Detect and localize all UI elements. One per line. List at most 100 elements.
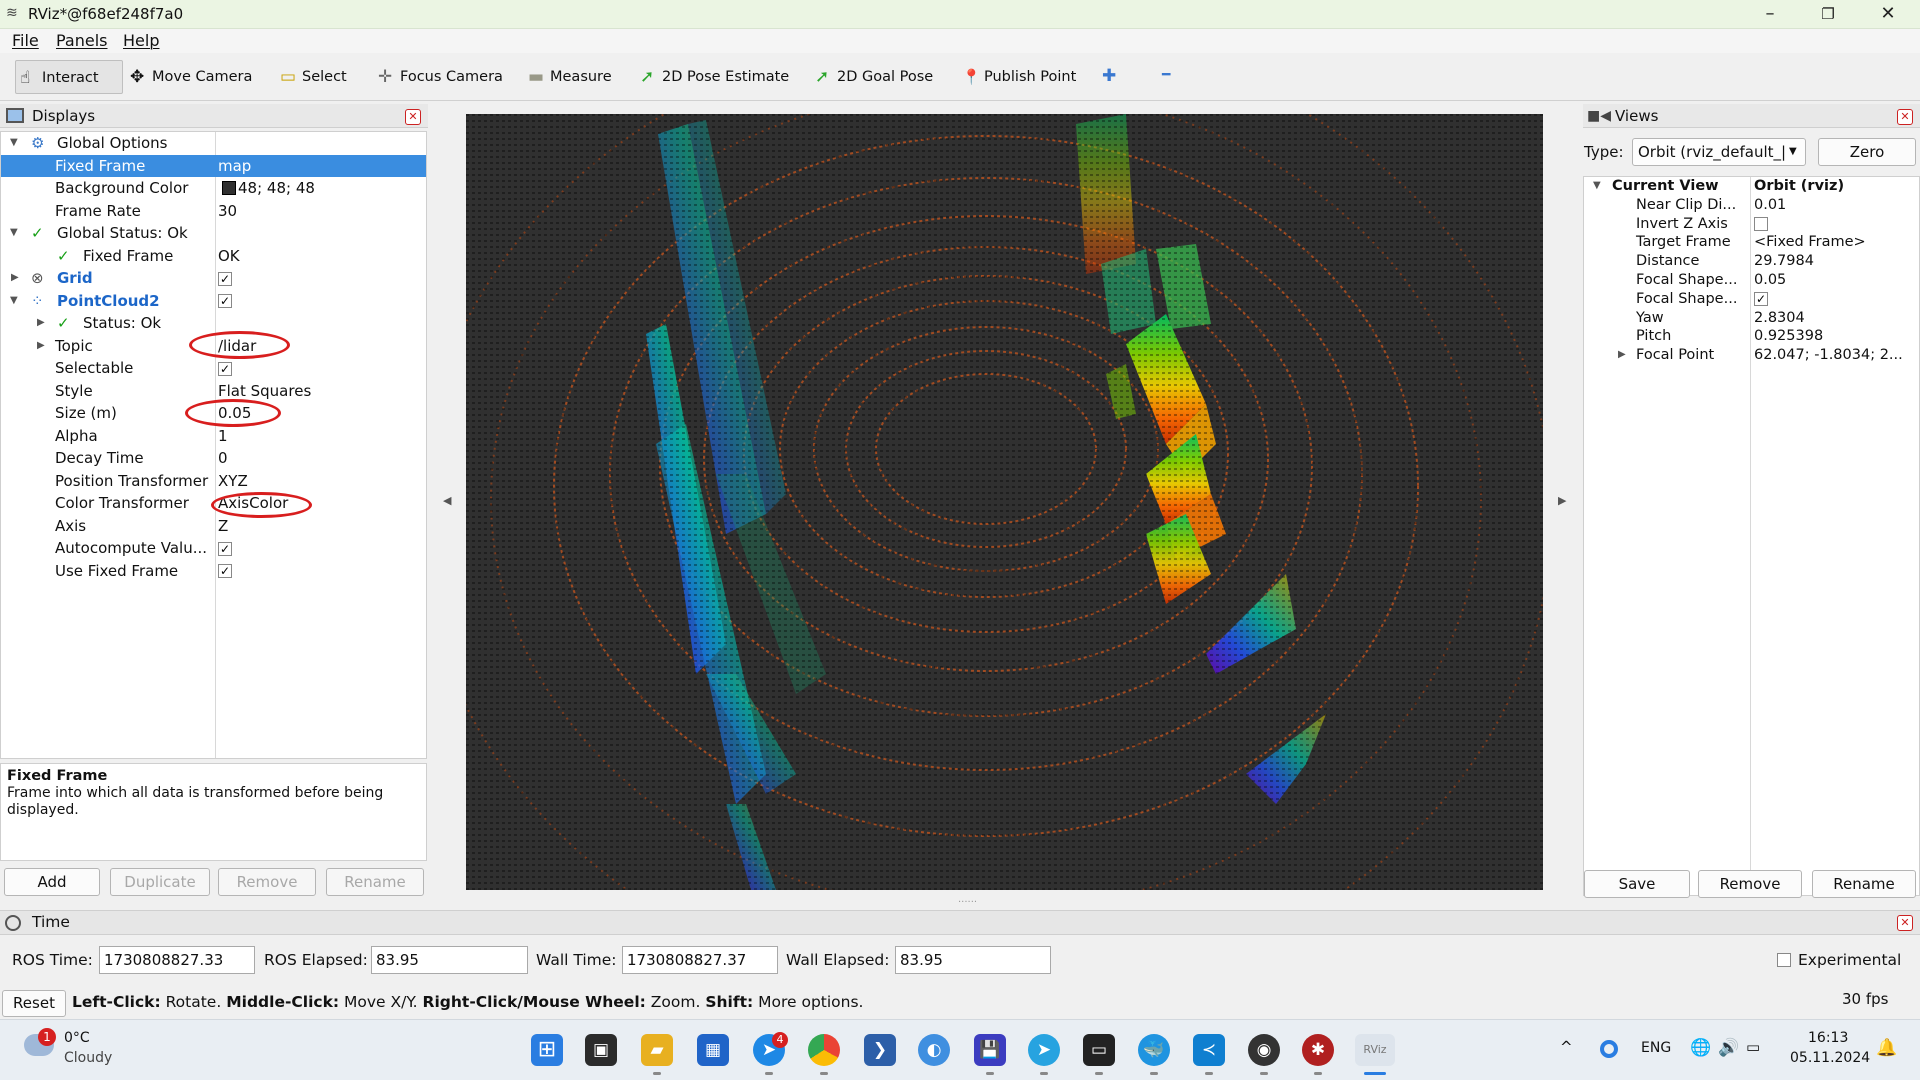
tree-row-alpha[interactable]: Alpha 1 [1,425,426,448]
view-row-distance[interactable]: Distance 29.7984 [1584,252,1919,271]
collapse-arrow-icon[interactable]: ▶ [37,335,45,357]
clock-date[interactable]: 05.11.2024 [1790,1050,1870,1066]
tree-row-selectable[interactable]: Selectable ✓ [1,357,426,380]
weather-temp[interactable]: 0°C [64,1030,90,1046]
tree-row-autocompute[interactable]: Autocompute Valu... ✓ [1,537,426,560]
save-view-button[interactable]: Save [1584,870,1690,898]
3d-viewport[interactable] [466,114,1543,890]
view-row-invert-z[interactable]: Invert Z Axis [1584,215,1919,234]
bug-icon[interactable]: ✱ [1302,1034,1334,1066]
tree-row-global-status[interactable]: ▼ ✓ Global Status: Ok [1,222,426,245]
add-display-button[interactable]: Add [4,868,100,896]
duplicate-display-button[interactable]: Duplicate [110,868,210,896]
remove-view-button[interactable]: Remove [1698,870,1802,898]
powershell-icon[interactable]: ❯ [864,1034,896,1066]
task-view-icon[interactable]: ▣ [585,1034,617,1066]
chromium-icon[interactable]: ◉ [1248,1034,1280,1066]
remove-tool-icon[interactable]: ━ [1162,67,1170,83]
terminal-icon[interactable]: ▭ [1083,1034,1115,1066]
tree-row-decay-time[interactable]: Decay Time 0 [1,447,426,470]
rename-view-button[interactable]: Rename [1812,870,1916,898]
goal-pose-tool[interactable]: ➚ 2D Goal Pose [811,60,933,94]
view-row-near-clip[interactable]: Near Clip Di... 0.01 [1584,196,1919,215]
view-row-pitch[interactable]: Pitch 0.925398 [1584,327,1919,346]
collapse-left-arrow-icon[interactable]: ◀ [443,494,451,507]
add-tool-icon[interactable]: ✚ [1102,66,1116,86]
tree-row-grid[interactable]: ▶ ⊗ Grid ✓ [1,267,426,290]
volume-icon[interactable]: 🔊 [1718,1038,1739,1058]
tree-row-pointcloud2[interactable]: ▼ ⁘ PointCloud2 ✓ [1,290,426,313]
focal-shape-checkbox[interactable]: ✓ [1754,291,1768,306]
tree-row-background-color[interactable]: Background Color 48; 48; 48 [1,177,426,200]
tree-row-axis[interactable]: Axis Z [1,515,426,538]
view-row-target-frame[interactable]: Target Frame <Fixed Frame> [1584,233,1919,252]
docker-icon[interactable]: 🐳 [1138,1034,1170,1066]
file-explorer-icon[interactable]: ▰ [641,1034,673,1066]
publish-point-tool[interactable]: 📍 Publish Point [958,60,1076,94]
reset-button[interactable]: Reset [2,990,66,1017]
use-fixed-frame-checkbox[interactable]: ✓ [218,564,232,578]
rename-display-button[interactable]: Rename [326,868,424,896]
collapse-arrow-icon[interactable]: ▶ [11,267,19,289]
menu-panels[interactable]: Panels [56,31,108,50]
vscode-icon[interactable]: ≺ [1193,1034,1225,1066]
ros-elapsed-field[interactable]: 83.95 [371,946,528,974]
collapse-arrow-icon[interactable]: ▶ [37,312,45,334]
restore-button[interactable]: ❐ [1808,2,1848,26]
tray-app-icon[interactable] [1600,1040,1618,1058]
move-camera-tool[interactable]: ✥ Move Camera [126,60,252,94]
windows-start-icon[interactable]: ⊞ [531,1034,563,1066]
clock-time[interactable]: 16:13 [1808,1030,1848,1046]
pointcloud-enabled-checkbox[interactable]: ✓ [218,294,232,308]
edge-icon[interactable]: ◐ [918,1034,950,1066]
expand-arrow-icon[interactable]: ▼ [10,132,18,154]
minimize-button[interactable]: – [1750,2,1790,26]
grid-enabled-checkbox[interactable]: ✓ [218,271,232,286]
collapse-right-arrow-icon[interactable]: ▶ [1558,494,1566,507]
chrome-icon[interactable] [808,1034,840,1066]
wall-time-field[interactable]: 1730808827.37 [622,946,778,974]
tree-row-style[interactable]: Style Flat Squares [1,380,426,403]
collapse-arrow-icon[interactable]: ▶ [1618,346,1626,364]
splitter-handle[interactable]: ······ [958,897,977,908]
interact-tool[interactable]: ☝ Interact [15,60,123,94]
weather-condition[interactable]: Cloudy [64,1050,112,1066]
close-window-button[interactable]: ✕ [1868,2,1908,26]
pose-estimate-tool[interactable]: ➚ 2D Pose Estimate [636,60,789,94]
zero-button[interactable]: Zero [1818,138,1916,166]
telegram-icon[interactable]: ➤ [1028,1034,1060,1066]
view-row-focal-point[interactable]: ▶ Focal Point 62.047; -1.8034; 2... [1584,346,1919,365]
view-row-focal-shape-fixed[interactable]: Focal Shape... ✓ [1584,290,1919,309]
close-displays-icon[interactable]: ✕ [405,109,421,125]
color-swatch[interactable] [222,181,236,195]
invert-z-checkbox[interactable] [1754,216,1768,231]
bell-icon[interactable]: 🔔 [1876,1038,1897,1058]
menu-file[interactable]: File [12,31,39,50]
network-icon[interactable]: 🌐 [1690,1038,1711,1058]
close-views-icon[interactable]: ✕ [1897,109,1913,125]
tree-row-global-options[interactable]: ▼ ⚙ Global Options [1,132,426,155]
expand-arrow-icon[interactable]: ▼ [1593,177,1601,195]
rviz-taskbar-icon[interactable]: RViz [1355,1034,1395,1066]
save-disk-icon[interactable]: 💾 [974,1034,1006,1066]
experimental-checkbox[interactable] [1777,953,1791,967]
focus-camera-tool[interactable]: ✛ Focus Camera [374,60,503,94]
tree-row-fixed-frame[interactable]: Fixed Frame map [1,154,426,177]
close-time-icon[interactable]: ✕ [1897,915,1913,931]
tree-row-use-fixed-frame[interactable]: Use Fixed Frame ✓ [1,560,426,583]
measure-tool[interactable]: ▬ Measure [524,60,612,94]
view-row-focal-shape-size[interactable]: Focal Shape... 0.05 [1584,271,1919,290]
tree-row-frame-rate[interactable]: Frame Rate 30 [1,200,426,223]
store-icon[interactable]: ▦ [697,1034,729,1066]
view-type-dropdown[interactable]: Orbit (rviz_default_| ▼ [1632,138,1806,166]
tree-row-fixed-frame-status[interactable]: ✓ Fixed Frame OK [1,245,426,268]
menu-help[interactable]: Help [123,31,159,50]
view-row-yaw[interactable]: Yaw 2.8304 [1584,309,1919,328]
remove-display-button[interactable]: Remove [218,868,316,896]
select-tool[interactable]: ▭ Select [276,60,347,94]
selectable-checkbox[interactable]: ✓ [218,361,232,376]
tree-row-status-ok[interactable]: ▶ ✓ Status: Ok [1,312,426,335]
view-row-current-view[interactable]: ▼ Current View Orbit (rviz) [1584,177,1919,196]
language-indicator[interactable]: ENG [1641,1040,1671,1056]
tray-chevron-icon[interactable]: ^ [1560,1038,1573,1056]
